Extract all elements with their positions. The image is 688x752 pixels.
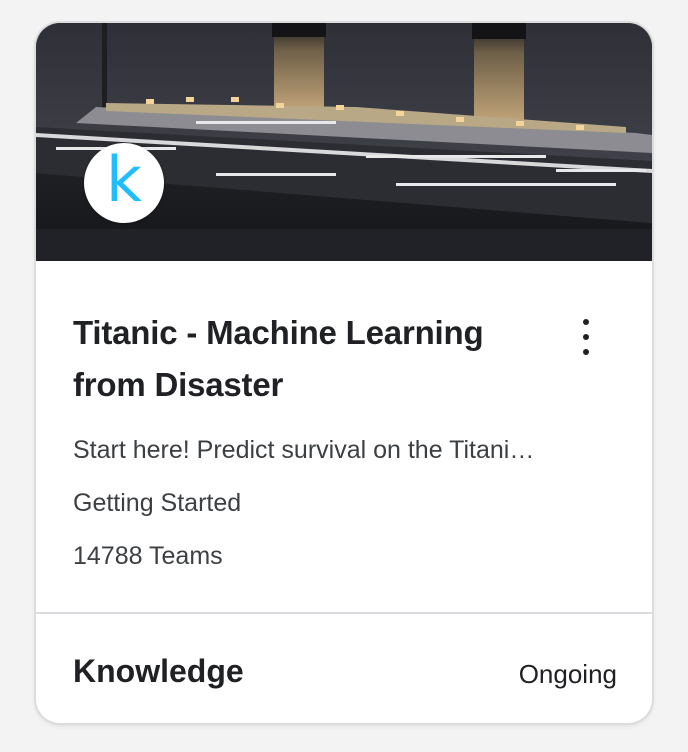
logo-letter: k (106, 143, 142, 216)
competition-title[interactable]: Titanic - Machine Learning from Disaster (73, 307, 553, 411)
menu-dot (583, 319, 589, 325)
prize-label: Knowledge (73, 653, 244, 689)
menu-dot (583, 349, 589, 355)
titanic-ship-banner-image: k (36, 23, 652, 261)
status-label: Ongoing (518, 659, 617, 689)
menu-dot (583, 334, 589, 340)
kaggle-logo: k (84, 143, 164, 223)
competition-description: Start here! Predict survival on the Tita… (73, 436, 535, 464)
competition-category: Getting Started (73, 489, 242, 517)
teams-count: 14788 Teams (73, 542, 223, 570)
competition-card[interactable]: k Titanic - Machine Learning from Disast… (36, 23, 652, 723)
more-vertical-icon[interactable] (572, 319, 600, 355)
footer-divider (36, 612, 652, 614)
